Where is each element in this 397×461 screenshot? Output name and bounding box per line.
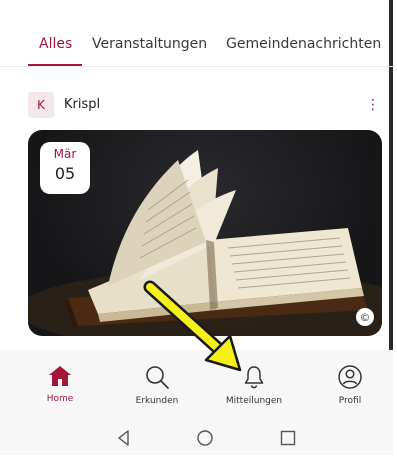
date-badge: Mär 05 [40,142,90,194]
search-icon [146,366,169,389]
nav-profil[interactable]: Profil [310,364,390,406]
bottom-navigation: Home Erkunden Mitteilungen Profil [0,350,393,420]
nav-mitteilungen[interactable]: Mitteilungen [214,364,294,406]
home-icon [49,366,71,386]
post-image-card[interactable]: Mär 05 © [28,130,382,336]
nav-profil-label: Profil [338,396,362,406]
nav-erkunden-label: Erkunden [135,396,179,406]
recent-apps-icon[interactable] [278,428,298,448]
copyright-icon[interactable]: © [356,308,374,326]
tab-alles[interactable]: Alles [39,36,72,52]
nav-home[interactable]: Home [20,364,100,404]
system-navigation-bar [0,420,393,455]
date-day: 05 [54,164,76,183]
more-vertical-icon[interactable]: ⋮ [366,95,380,115]
post-header: K Krispl ⋮ [0,92,393,120]
author-name[interactable]: Krispl [64,97,100,112]
tab-veranstaltungen[interactable]: Veranstaltungen [92,36,207,52]
date-month: Mär [53,147,77,161]
nav-mitteilungen-label: Mitteilungen [225,396,283,406]
tabs-divider [0,66,393,67]
nav-erkunden[interactable]: Erkunden [117,364,197,406]
bell-icon [244,366,264,389]
nav-home-label: Home [46,394,74,404]
tab-gemeindenachrichten[interactable]: Gemeindenachrichten [226,36,381,52]
author-avatar[interactable]: K [28,92,54,118]
home-circle-icon[interactable] [195,428,215,448]
back-icon[interactable] [114,428,134,448]
profile-icon [338,365,362,389]
tab-bar: Alles Veranstaltungen Gemeindenachrichte… [0,0,393,70]
